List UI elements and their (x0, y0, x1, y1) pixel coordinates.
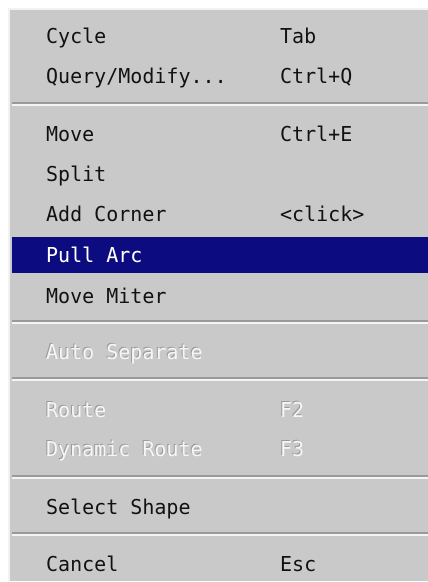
menu-item-label: Cycle (46, 24, 107, 48)
menu-item-shortcut: Tab (280, 24, 317, 48)
menu-item-move-miter[interactable]: Move Miter (12, 278, 428, 314)
menu-item-label: Route (46, 398, 107, 422)
menu-item-select-shape[interactable]: Select Shape (12, 489, 428, 525)
menu-item-label: Move Miter (46, 284, 167, 308)
menu-item-query-modify[interactable]: Query/Modify... Ctrl+Q (12, 58, 428, 94)
menu-item-cycle[interactable]: Cycle Tab (12, 18, 428, 54)
menu-item-label: Dynamic Route (46, 437, 203, 461)
menu-item-label: Query/Modify... (46, 64, 227, 88)
menu-item-split[interactable]: Split (12, 156, 428, 192)
menu-item-label: Cancel (46, 552, 119, 576)
menu-item-label: Split (46, 162, 107, 186)
menu-separator (12, 475, 428, 479)
menu-item-shortcut: F3 (280, 437, 305, 461)
menu-item-shortcut: Ctrl+E (280, 122, 353, 146)
menu-item-move[interactable]: Move Ctrl+E (12, 116, 428, 152)
menu-item-dynamic-route: Dynamic Route F3 (12, 431, 428, 467)
menu-item-label: Move (46, 122, 95, 146)
menu-item-shortcut: Esc (280, 552, 317, 576)
menu-item-label: Select Shape (46, 495, 191, 519)
menu-item-pull-arc[interactable]: Pull Arc (12, 237, 428, 273)
menu-item-auto-separate: Auto Separate (12, 334, 428, 370)
menu-item-shortcut: <click> (280, 202, 365, 226)
menu-separator (12, 320, 428, 324)
menu-item-shortcut: F2 (280, 398, 305, 422)
menu-separator (12, 532, 428, 536)
menu-item-cancel[interactable]: Cancel Esc (12, 546, 428, 582)
menu-item-route: Route F2 (12, 392, 428, 428)
menu-separator (12, 102, 428, 106)
menu-separator (12, 377, 428, 381)
context-menu: Cycle Tab Query/Modify... Ctrl+Q Move Ct… (8, 8, 428, 581)
menu-item-shortcut: Ctrl+Q (280, 64, 353, 88)
menu-item-add-corner[interactable]: Add Corner <click> (12, 196, 428, 232)
menu-item-label: Add Corner (46, 202, 167, 226)
menu-item-label: Auto Separate (46, 340, 203, 364)
menu-item-label: Pull Arc (46, 243, 143, 267)
